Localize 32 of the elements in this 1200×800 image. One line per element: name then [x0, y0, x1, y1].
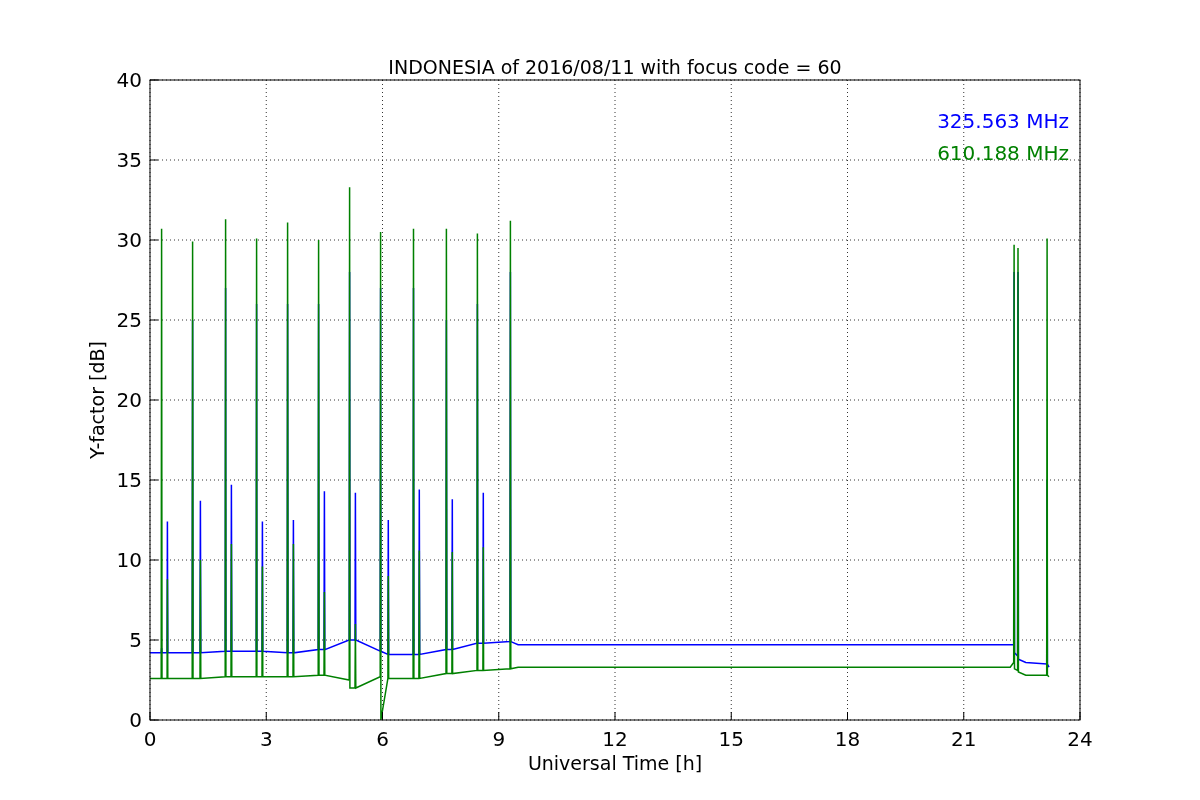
- tick-mark: [265, 711, 267, 721]
- chart-title: INDONESIA of 2016/08/11 with focus code = 60: [388, 56, 842, 78]
- tick-mark: [963, 711, 965, 721]
- tick-label: 12: [602, 727, 628, 751]
- tick-label: 0: [129, 708, 142, 732]
- tick-mark: [382, 711, 383, 721]
- tick-label: 9: [492, 727, 506, 751]
- tick-label: 0: [143, 727, 157, 751]
- tick-label: 15: [116, 468, 142, 492]
- y-axis-label: Y-factor [dB]: [86, 341, 108, 459]
- tick-mark: [1079, 711, 1081, 721]
- tick-mark: [847, 711, 848, 721]
- tick-label: 30: [116, 228, 142, 252]
- tick-label: 10: [116, 548, 142, 572]
- tick-label: 20: [116, 388, 142, 412]
- tick-label: 24: [1067, 727, 1093, 751]
- tick-label: 35: [116, 148, 142, 172]
- tick-label: 18: [834, 727, 861, 751]
- tick-label: 3: [259, 727, 273, 751]
- tick-label: 25: [116, 308, 142, 332]
- tick-label: 15: [718, 727, 744, 751]
- tick-mark: [498, 711, 500, 721]
- legend-label: 325.563 MHz: [937, 109, 1069, 133]
- tick-label: 6: [376, 727, 389, 751]
- tick-label: 21: [951, 727, 977, 751]
- legend-label: 610.188 MHz: [937, 141, 1069, 165]
- tick-label: 40: [116, 68, 142, 92]
- tick-mark: [149, 79, 159, 81]
- tick-mark: [614, 711, 616, 721]
- tick-label: 5: [129, 628, 142, 652]
- tick-mark: [730, 711, 732, 721]
- x-axis-label: Universal Time [h]: [527, 752, 703, 774]
